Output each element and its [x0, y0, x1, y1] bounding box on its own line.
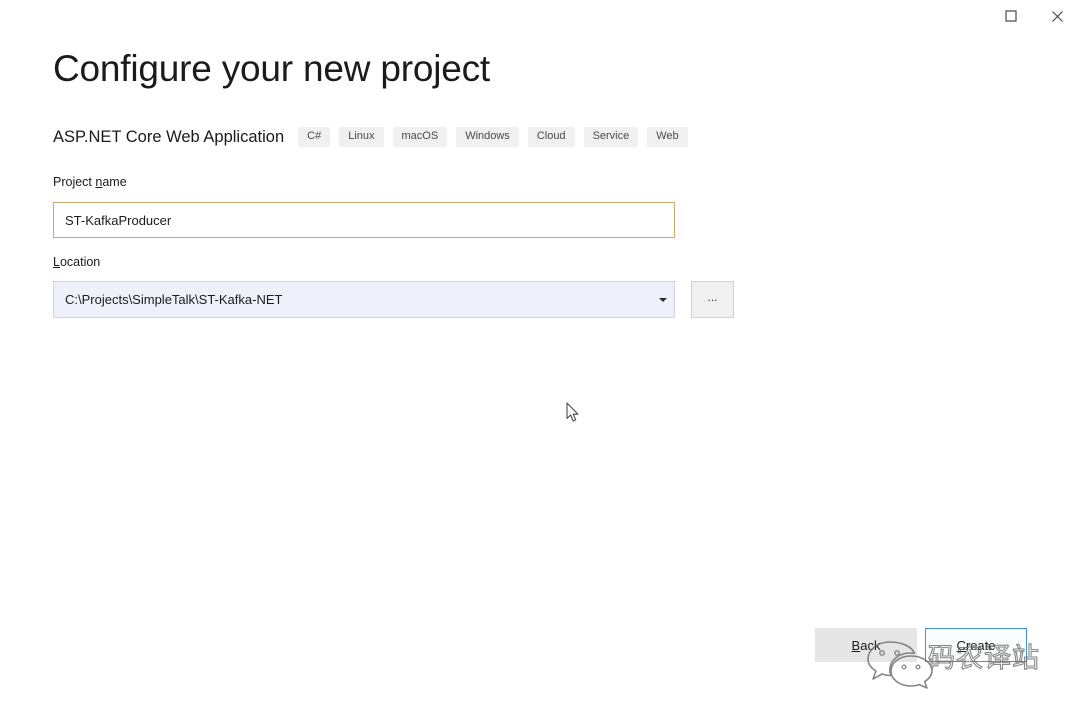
arrow-cursor-icon: [566, 402, 579, 422]
tag-chip: Web: [647, 127, 688, 147]
location-value: C:\Projects\SimpleTalk\ST-Kafka-NET: [65, 292, 283, 307]
tag-chip: Windows: [456, 127, 519, 147]
footer-actions: Back Create: [0, 628, 1080, 664]
ellipsis-icon: ...: [707, 289, 718, 304]
create-label-accelerator: C: [956, 637, 966, 653]
create-button[interactable]: Create: [925, 628, 1027, 662]
chevron-down-icon: [659, 297, 667, 302]
configure-project-page: Configure your new project ASP.NET Core …: [0, 0, 1080, 709]
template-summary: ASP.NET Core Web Application C# Linux ma…: [53, 126, 688, 148]
location-combobox[interactable]: C:\Projects\SimpleTalk\ST-Kafka-NET: [53, 281, 675, 318]
tag-list: C# Linux macOS Windows Cloud Service Web: [298, 127, 688, 147]
location-dropdown-button[interactable]: [652, 282, 674, 317]
template-name: ASP.NET Core Web Application: [53, 127, 285, 146]
project-name-label: Project name: [53, 176, 127, 189]
location-label-accelerator: L: [53, 255, 60, 269]
location-label: Location: [53, 256, 100, 269]
tag-chip: Cloud: [527, 127, 575, 147]
back-label-post: ack: [860, 637, 881, 653]
location-field: C:\Projects\SimpleTalk\ST-Kafka-NET: [53, 281, 675, 318]
create-label-post: reate: [965, 637, 996, 653]
tag-chip: Service: [583, 127, 639, 147]
back-button[interactable]: Back: [815, 628, 917, 662]
back-label-accelerator: B: [851, 637, 861, 653]
tag-chip: Linux: [339, 127, 384, 147]
project-name-label-post: ame: [102, 175, 127, 189]
project-name-input[interactable]: [53, 202, 675, 238]
project-name-label-pre: Project: [53, 175, 96, 189]
location-label-post: ocation: [59, 255, 101, 269]
page-title: Configure your new project: [53, 48, 490, 89]
browse-location-button[interactable]: ...: [691, 281, 734, 318]
tag-chip: C#: [298, 127, 331, 147]
tag-chip: macOS: [392, 127, 448, 147]
